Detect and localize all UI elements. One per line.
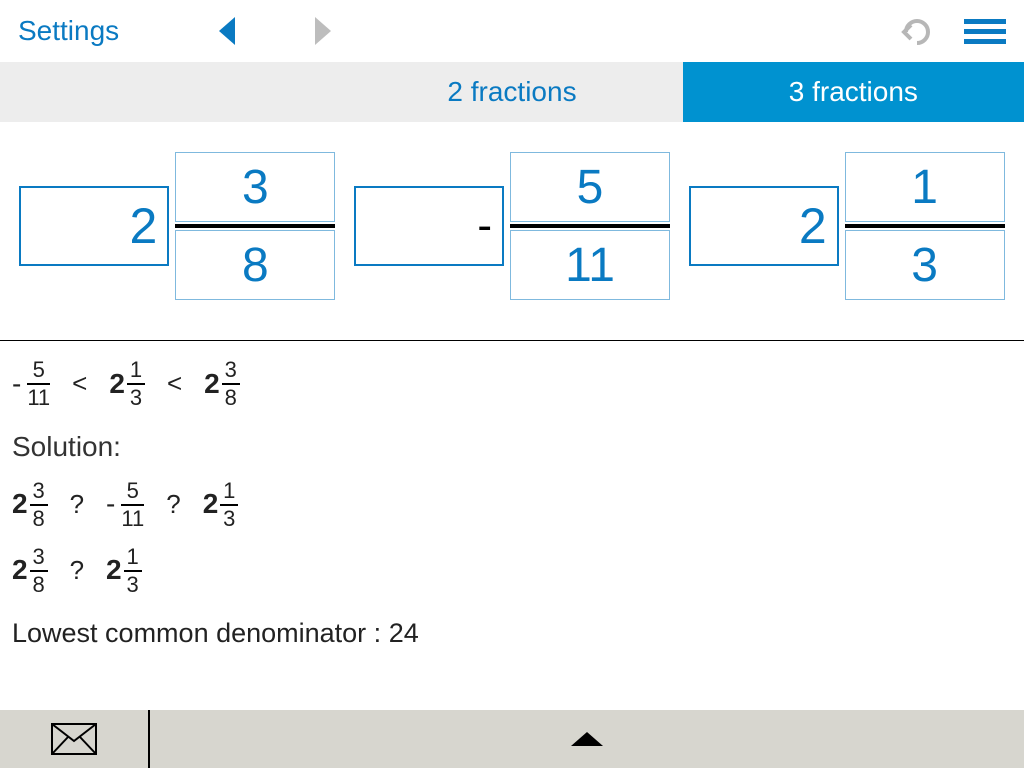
next-arrow-icon[interactable]: [315, 17, 331, 45]
fraction-bar: [845, 224, 1005, 228]
comparator: <: [72, 363, 87, 405]
chevron-up-icon: [571, 732, 603, 746]
fraction-bar: [510, 224, 670, 228]
fraction-a: 2 3 8: [19, 152, 335, 300]
result-row: - 511 < 2 13 < 2 38: [12, 359, 1012, 409]
denominator-input-c[interactable]: 3: [845, 230, 1005, 300]
denominator-input-b[interactable]: 11: [510, 230, 670, 300]
settings-link[interactable]: Settings: [18, 15, 119, 47]
fraction-bar: [175, 224, 335, 228]
result-term-3: 2 38: [204, 359, 240, 409]
tab-bar: 2 fractions 3 fractions: [0, 62, 1024, 122]
solution-label: Solution:: [12, 425, 1012, 470]
prev-arrow-icon[interactable]: [219, 17, 235, 45]
fraction-inputs: 2 3 8 - 5 11 2 1 3: [0, 122, 1024, 340]
solution-panel: - 511 < 2 13 < 2 38 Solution: 238 ? -511…: [0, 341, 1024, 665]
solution-line-2: 238 ? 213: [12, 546, 1012, 596]
expand-button[interactable]: [150, 710, 1024, 768]
mail-button[interactable]: [0, 710, 150, 768]
numerator-input-b[interactable]: 5: [510, 152, 670, 222]
fraction-b: - 5 11: [354, 152, 670, 300]
whole-input-a[interactable]: 2: [19, 186, 169, 266]
top-bar: Settings: [0, 0, 1024, 62]
mail-icon: [51, 723, 97, 755]
undo-icon[interactable]: [900, 16, 934, 46]
denominator-input-a[interactable]: 8: [175, 230, 335, 300]
solution-line-1: 238 ? -511 ? 213: [12, 480, 1012, 530]
numerator-input-a[interactable]: 3: [175, 152, 335, 222]
whole-input-b[interactable]: -: [354, 186, 504, 266]
comparator: <: [167, 363, 182, 405]
fraction-c: 2 1 3: [689, 152, 1005, 300]
tab-3-fractions[interactable]: 3 fractions: [683, 62, 1024, 122]
menu-icon[interactable]: [964, 19, 1006, 44]
result-term-1: - 511: [12, 359, 50, 409]
whole-input-c[interactable]: 2: [689, 186, 839, 266]
lcd-line: Lowest common denominator : 24: [12, 612, 1012, 655]
result-term-2: 2 13: [109, 359, 145, 409]
bottom-bar: [0, 710, 1024, 768]
numerator-input-c[interactable]: 1: [845, 152, 1005, 222]
tab-2-fractions[interactable]: 2 fractions: [341, 62, 682, 122]
history-nav: [219, 17, 331, 45]
